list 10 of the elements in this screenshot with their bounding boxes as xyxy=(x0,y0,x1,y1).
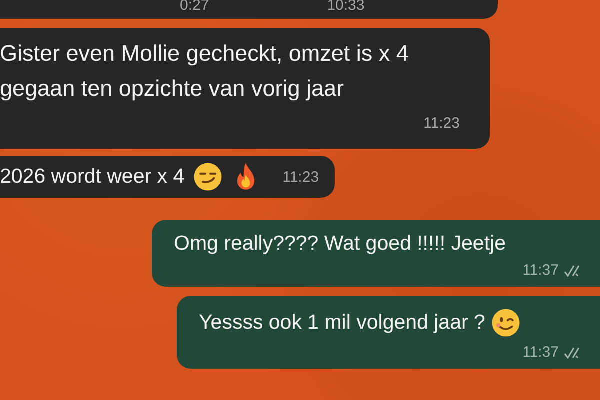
message-text: Gister even Mollie gecheckt, omzet is x 4 gegaan ten opzichte van vorig jaar xyxy=(0,40,410,103)
message-time: 11:23 xyxy=(424,114,460,134)
winking-face-icon xyxy=(491,308,522,338)
message-text: Yessss ook 1 mil volgend jaar ? xyxy=(199,311,486,335)
message-time: 11:37 xyxy=(522,262,559,279)
message-time: 11:23 xyxy=(282,168,320,186)
message-time: 11:37 xyxy=(522,344,559,361)
smirking-face-icon xyxy=(192,162,223,192)
message-text: 2026 wordt weer x 4 xyxy=(0,165,185,189)
message-text: Omg really???? Wat goed !!!!! Jeetje xyxy=(174,232,506,256)
